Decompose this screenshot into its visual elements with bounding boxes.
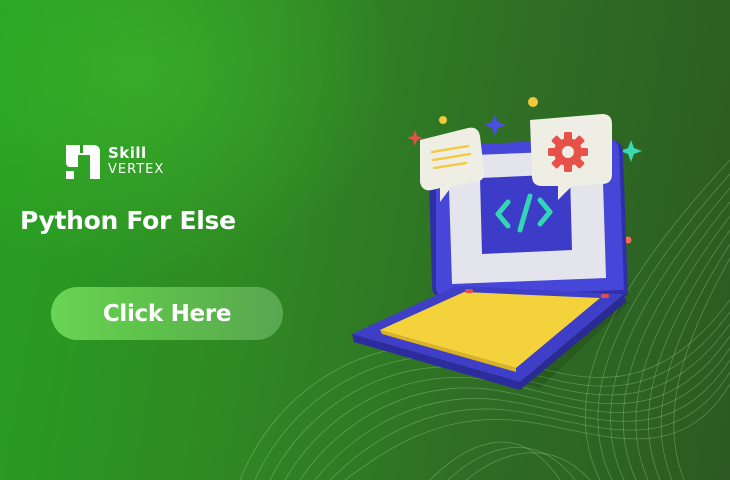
page-title: Python For Else [20,206,236,235]
logo-text-vertex: VERTEX [108,162,165,177]
gear-icon [548,132,588,172]
skill-vertex-logo[interactable]: Skill VERTEX [64,140,164,182]
click-here-button[interactable]: Click Here [51,287,283,340]
logo-mark-icon [66,145,100,179]
laptop-illustration [352,97,642,390]
logo-wordmark: Skill VERTEX [108,144,165,177]
promo-banner: Skill VERTEX Python For Else Click Here [0,0,730,480]
logo-text-skill: Skill [108,144,147,162]
